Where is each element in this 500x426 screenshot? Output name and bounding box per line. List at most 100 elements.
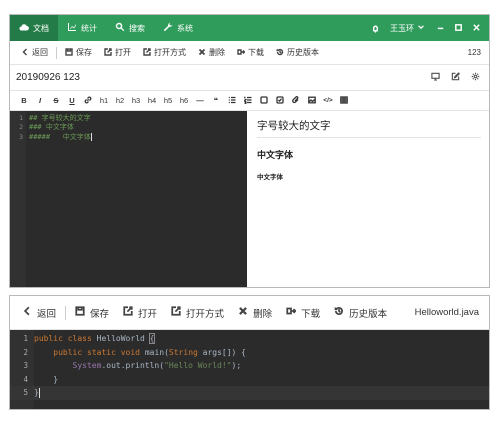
- table-icon: [340, 95, 348, 106]
- line-number: 1: [19, 113, 23, 122]
- monitor-button[interactable]: [425, 65, 445, 91]
- app-navbar: 文档 统计 搜索 系统 王玉环: [10, 15, 489, 41]
- download-label: 下载: [248, 48, 264, 57]
- save-button[interactable]: 保存: [68, 296, 116, 330]
- notification-bell-icon[interactable]: [366, 15, 384, 41]
- preview-heading-3: 中文字体: [257, 151, 294, 161]
- code-line[interactable]: 5}: [10, 386, 489, 400]
- heading-6-button[interactable]: h6: [176, 91, 192, 111]
- code-line[interactable]: 1 ## 字号较大的文字: [10, 113, 247, 123]
- horizontal-rule-button[interactable]: —: [192, 91, 208, 111]
- chevron-down-icon: [417, 23, 425, 33]
- document-title-bar: 20190926 123: [10, 65, 489, 91]
- open-with-button[interactable]: 打开方式: [164, 296, 231, 330]
- strikethrough-button[interactable]: S: [48, 91, 64, 111]
- save-icon: [75, 306, 85, 319]
- toolbar-divider: [65, 305, 67, 320]
- heading-4-button[interactable]: h4: [144, 91, 160, 111]
- file-name: Helloworld.java: [414, 307, 479, 318]
- minimize-button[interactable]: [431, 15, 449, 41]
- monitor-icon: [430, 72, 440, 84]
- open-button[interactable]: 打开: [116, 296, 164, 330]
- nav-item-search[interactable]: 搜索: [106, 15, 154, 41]
- user-menu[interactable]: 王玉环: [384, 23, 431, 34]
- code-line[interactable]: 1 public class HelloWorld {: [10, 332, 489, 346]
- checkbox-button[interactable]: [256, 91, 272, 111]
- download-button[interactable]: 下载: [231, 41, 270, 65]
- user-name: 王玉环: [390, 23, 414, 33]
- history-icon: [334, 306, 344, 319]
- code-line[interactable]: 3 ##### 中文字体: [10, 132, 247, 142]
- list-ol-icon: [243, 96, 252, 106]
- nav-item-documents[interactable]: 文档: [10, 15, 58, 41]
- history-button[interactable]: 历史版本: [270, 41, 325, 65]
- cloud-icon: [19, 22, 29, 34]
- code-line[interactable]: 2 public static void main(String args[])…: [10, 346, 489, 360]
- field-ref: .out: [101, 361, 121, 371]
- code-line[interactable]: 3 System .out .println("Hello World!");: [10, 359, 489, 373]
- keyword: void: [120, 347, 140, 357]
- open-with-button[interactable]: 打开方式: [137, 41, 192, 65]
- code-line[interactable]: 2 ### 中文字体: [10, 123, 247, 133]
- code-editor-window: 返回 保存 打开 打开方式 删除 下载 历史版本 Helloworld.java: [9, 295, 490, 410]
- markdown-source-editor[interactable]: 1 ## 字号较大的文字 2 ### 中文字体 3 ##### 中文字体: [10, 111, 247, 287]
- nav-item-system[interactable]: 系统: [154, 15, 202, 41]
- history-label: 历史版本: [287, 48, 319, 57]
- ordered-list-button[interactable]: [240, 91, 256, 111]
- link-icon: [84, 96, 92, 106]
- nav-item-label: 搜索: [129, 23, 145, 33]
- type-name: String: [168, 347, 198, 357]
- back-button[interactable]: 返回: [15, 296, 63, 330]
- bold-button[interactable]: B: [16, 91, 32, 111]
- close-icon: [472, 23, 481, 34]
- close-button[interactable]: [467, 15, 485, 41]
- heading-3-button[interactable]: h3: [128, 91, 144, 111]
- method-name: main(: [144, 347, 169, 357]
- history-label: 历史版本: [349, 308, 388, 320]
- delete-button[interactable]: 删除: [192, 41, 231, 65]
- image-button[interactable]: [304, 91, 320, 111]
- download-button[interactable]: 下载: [279, 296, 327, 330]
- line-number: 5: [23, 388, 28, 398]
- back-button[interactable]: 返回: [15, 41, 54, 65]
- table-button[interactable]: [336, 91, 352, 111]
- maximize-button[interactable]: [449, 15, 467, 41]
- settings-button[interactable]: [465, 65, 485, 91]
- task-button[interactable]: [272, 91, 288, 111]
- maximize-icon: [454, 23, 463, 34]
- delete-button[interactable]: 删除: [231, 296, 279, 330]
- nav-item-statistics[interactable]: 统计: [58, 15, 106, 41]
- underline-button[interactable]: U: [64, 91, 80, 111]
- link-button[interactable]: [80, 91, 96, 111]
- markdown-toolbar: B I S U h1 h2 h3 h4 h5 h6 — ❝ </>: [10, 91, 489, 111]
- java-code-editor[interactable]: 1 public class HelloWorld { 2 public stat…: [10, 330, 489, 409]
- nav-item-label: 系统: [177, 23, 193, 33]
- code-line[interactable]: 4 }: [10, 373, 489, 387]
- brace: {: [148, 333, 156, 345]
- back-label: 返回: [37, 308, 57, 320]
- chevron-left-icon: [21, 48, 29, 58]
- nav-item-label: 文档: [33, 23, 49, 33]
- line-number: 2: [19, 123, 23, 132]
- open-with-label: 打开方式: [154, 48, 186, 57]
- code-text: );: [231, 361, 242, 371]
- quote-button[interactable]: ❝: [208, 91, 224, 111]
- document-title[interactable]: 20190926 123: [16, 72, 80, 83]
- heading-2-button[interactable]: h2: [112, 91, 128, 111]
- line-number: 1: [23, 334, 28, 344]
- open-button[interactable]: 打开: [98, 41, 137, 65]
- keyword: public: [53, 347, 83, 357]
- square-icon: [260, 95, 268, 106]
- save-button[interactable]: 保存: [59, 41, 98, 65]
- heading-5-button[interactable]: h5: [160, 91, 176, 111]
- edit-button[interactable]: [445, 65, 465, 91]
- history-button[interactable]: 历史版本: [327, 296, 394, 330]
- open-label: 打开: [115, 48, 131, 57]
- italic-button[interactable]: I: [32, 91, 48, 111]
- unordered-list-button[interactable]: [224, 91, 240, 111]
- heading-1-button[interactable]: h1: [96, 91, 112, 111]
- code-button[interactable]: </>: [320, 91, 336, 111]
- class-ref: System: [72, 361, 102, 371]
- open-with-label: 打开方式: [186, 308, 225, 320]
- attachment-button[interactable]: [288, 91, 304, 111]
